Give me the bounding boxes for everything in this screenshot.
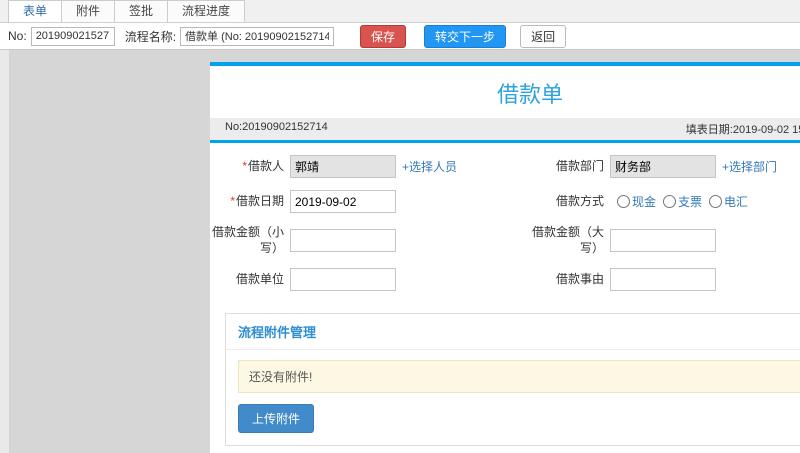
fill-date: 填表日期:2019-09-02 15:27:17 bbox=[685, 124, 800, 136]
process-name-input[interactable] bbox=[180, 26, 335, 46]
amount-lower-input[interactable] bbox=[290, 229, 396, 253]
attachments-title: 流程附件管理 bbox=[226, 314, 800, 351]
method-radio-check[interactable] bbox=[663, 195, 677, 208]
loan-date-label: *借款日期 bbox=[230, 193, 284, 208]
select-person-link[interactable]: +选择人员 bbox=[402, 158, 457, 175]
tab-approval[interactable]: 签批 bbox=[115, 0, 169, 22]
method-radio-wire[interactable] bbox=[709, 195, 723, 208]
select-department-link[interactable]: +选择部门 bbox=[722, 158, 777, 175]
tab-form[interactable]: 表单 bbox=[8, 0, 63, 22]
method-check-label[interactable]: 支票 bbox=[678, 193, 702, 210]
amount-upper-input[interactable] bbox=[610, 229, 716, 253]
method-cash-label[interactable]: 现金 bbox=[632, 193, 656, 210]
method-radio-cash[interactable] bbox=[617, 195, 630, 208]
doc-number: No:20190902152714 bbox=[225, 121, 328, 133]
loan-reason-input[interactable] bbox=[610, 268, 716, 292]
borrower-input[interactable] bbox=[290, 155, 396, 178]
loan-method-label: 借款方式 bbox=[555, 193, 604, 208]
required-marker: * bbox=[230, 193, 235, 208]
toolbar: No: 流程名称: 保存 转交下一步 返回 bbox=[0, 23, 800, 50]
tab-attachments[interactable]: 附件 bbox=[62, 0, 116, 22]
department-input[interactable] bbox=[610, 155, 716, 178]
left-gutter bbox=[0, 50, 9, 453]
amount-lower-label: 借款金额（小写） bbox=[211, 225, 284, 255]
content-area: 借款单 No:20190902152714 填表日期:2019-09-02 15… bbox=[0, 50, 800, 453]
department-label: 借款部门 bbox=[555, 158, 604, 173]
loan-form-panel: 借款单 No:20190902152714 填表日期:2019-09-02 15… bbox=[210, 62, 800, 453]
method-wire-label[interactable]: 电汇 bbox=[724, 193, 748, 210]
loan-form: *借款人 +选择人员 借款部门 +选择部门 *借款日期 借款方式 bbox=[210, 143, 800, 301]
next-step-button[interactable]: 转交下一步 bbox=[424, 24, 507, 48]
loan-date-input[interactable] bbox=[290, 190, 396, 213]
loan-unit-label: 借款单位 bbox=[235, 271, 284, 286]
amount-upper-label: 借款金额（大写） bbox=[531, 225, 604, 255]
process-name-label: 流程名称: bbox=[124, 29, 177, 44]
meta-bar: No:20190902152714 填表日期:2019-09-02 15:27:… bbox=[210, 118, 800, 140]
back-button[interactable]: 返回 bbox=[520, 24, 567, 48]
loan-method-group: 现金 支票 电汇 bbox=[610, 193, 748, 210]
page-title: 借款单 bbox=[496, 82, 563, 107]
borrower-label: *借款人 bbox=[242, 158, 284, 173]
tab-bar: 表单 附件 签批 流程进度 bbox=[0, 0, 800, 23]
required-marker: * bbox=[242, 158, 247, 173]
no-input[interactable] bbox=[30, 26, 115, 46]
loan-unit-input[interactable] bbox=[290, 268, 396, 292]
tab-progress[interactable]: 流程进度 bbox=[168, 0, 246, 22]
upload-attachment-button[interactable]: 上传附件 bbox=[238, 404, 315, 434]
no-label: No: bbox=[8, 29, 27, 43]
no-attachments-notice: 还没有附件! bbox=[238, 360, 800, 394]
save-button[interactable]: 保存 bbox=[360, 24, 407, 48]
loan-reason-label: 借款事由 bbox=[555, 271, 604, 286]
attachments-section: 流程附件管理 还没有附件! 上传附件 bbox=[225, 313, 800, 447]
